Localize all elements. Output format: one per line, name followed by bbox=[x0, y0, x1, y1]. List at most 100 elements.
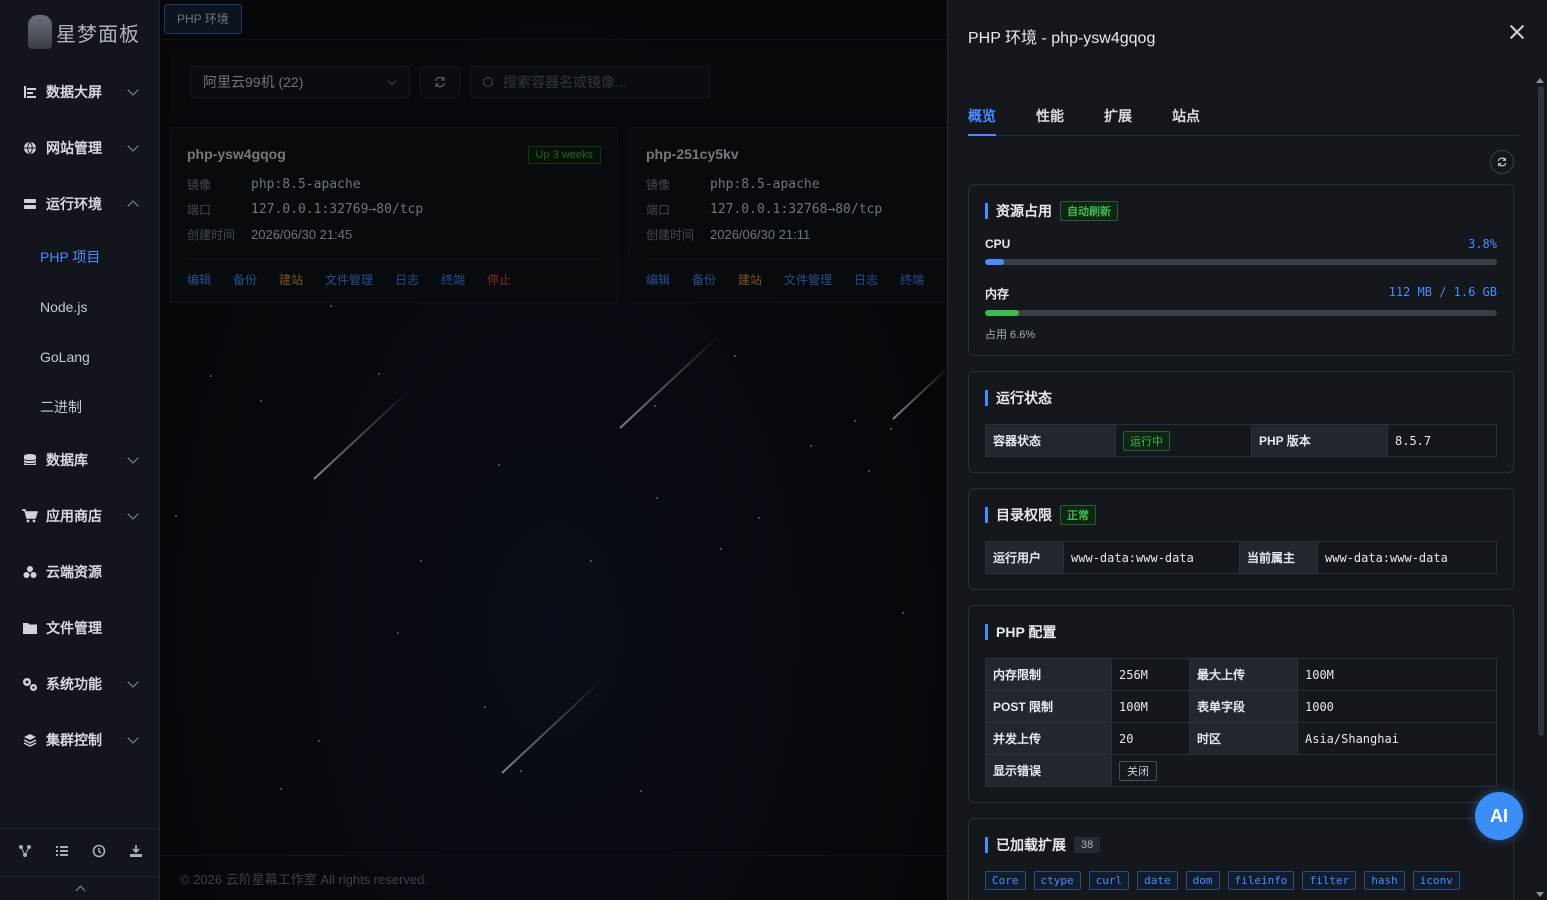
extension-tag: date bbox=[1137, 871, 1178, 890]
drawer-tabs: 概览 性能 扩展 站点 bbox=[968, 98, 1518, 136]
folder-icon bbox=[22, 620, 38, 636]
cpu-progress-fill bbox=[985, 259, 1005, 265]
refresh-button[interactable] bbox=[1490, 150, 1514, 174]
list-icon[interactable] bbox=[55, 844, 69, 861]
extension-tag: Core bbox=[985, 871, 1026, 890]
sidebar-item-sites[interactable]: 网站管理 bbox=[0, 120, 159, 176]
cpu-value: 3.8% bbox=[1468, 237, 1497, 251]
table-row: 内存限制 256M 最大上传 100M bbox=[985, 658, 1497, 691]
dirperm-table: 运行用户 www-data:www-data 当前属主 www-data:www… bbox=[985, 541, 1497, 574]
tab-sites[interactable]: 站点 bbox=[1172, 98, 1200, 136]
php-version-label: PHP 版本 bbox=[1251, 424, 1388, 457]
container-status-label: 容器状态 bbox=[985, 424, 1116, 457]
dirperm-panel: 目录权限 正常 运行用户 www-data:www-data 当前属主 www-d… bbox=[968, 488, 1514, 590]
dirperm-status-tag: 正常 bbox=[1060, 505, 1096, 525]
sidebar-item-database[interactable]: 数据库 bbox=[0, 432, 159, 488]
drawer-title: PHP 环境 - php-ysw4gqog bbox=[968, 30, 1156, 47]
globe-icon bbox=[22, 140, 38, 156]
config-value: 100M bbox=[1297, 658, 1497, 691]
ai-assistant-button[interactable]: AI bbox=[1475, 792, 1523, 840]
extensions-list: Core ctype curl date dom fileinfo filter… bbox=[985, 871, 1497, 890]
cpu-progress bbox=[985, 259, 1497, 265]
cpu-label: CPU bbox=[985, 237, 1011, 251]
config-key: 时区 bbox=[1189, 722, 1298, 755]
extension-tag: curl bbox=[1088, 871, 1130, 890]
config-value: 20 bbox=[1111, 722, 1190, 755]
sidebar-item-appstore[interactable]: 应用商店 bbox=[0, 488, 159, 544]
php-config-panel: PHP 配置 内存限制 256M 最大上传 100M POST 限制 100M … bbox=[968, 605, 1514, 803]
display-errors-badge: 关闭 bbox=[1119, 760, 1157, 781]
memory-progress-fill bbox=[985, 310, 1019, 316]
extension-tag: fileinfo bbox=[1227, 871, 1295, 890]
chevron-down-icon bbox=[127, 676, 139, 688]
sidebar-nav: 数据大屏 网站管理 运行环境 PHP 项目 Node.js GoLang 二进制… bbox=[0, 64, 159, 768]
sidebar-item-files[interactable]: 文件管理 bbox=[0, 600, 159, 656]
logo-text: 星梦面板 bbox=[56, 21, 140, 46]
download-icon[interactable] bbox=[129, 844, 143, 861]
sidebar-subitem-golang[interactable]: GoLang bbox=[0, 332, 159, 382]
table-row: 并发上传 20 时区 Asia/Shanghai bbox=[985, 722, 1497, 755]
sidebar-subitem-nodejs[interactable]: Node.js bbox=[0, 282, 159, 332]
section-title: 资源占用 自动刷新 bbox=[985, 201, 1497, 221]
auto-refresh-tag[interactable]: 自动刷新 bbox=[1060, 201, 1118, 221]
runtime-panel: 运行状态 容器状态 运行中 PHP 版本 8.5.7 bbox=[968, 371, 1514, 473]
extensions-count: 38 bbox=[1074, 837, 1101, 853]
container-status-badge: 运行中 bbox=[1123, 430, 1170, 451]
close-icon[interactable] bbox=[1509, 24, 1525, 40]
config-value: 256M bbox=[1111, 658, 1190, 691]
chevron-up-icon bbox=[127, 200, 139, 212]
extensions-panel: 已加载扩展 38 Core ctype curl date dom fileinf… bbox=[968, 818, 1514, 900]
sidebar-item-system[interactable]: 系统功能 bbox=[0, 656, 159, 712]
config-key: 内存限制 bbox=[985, 658, 1112, 691]
tab-performance[interactable]: 性能 bbox=[1036, 98, 1064, 136]
php-config-table: 内存限制 256M 最大上传 100M POST 限制 100M 表单字段 10… bbox=[985, 658, 1497, 787]
config-key: 最大上传 bbox=[1189, 658, 1298, 691]
scroll-up-arrow[interactable] bbox=[1536, 78, 1544, 83]
extension-tag: iconv bbox=[1412, 871, 1460, 890]
config-key: 显示错误 bbox=[985, 754, 1112, 787]
sidebar-item-label: 数据大屏 bbox=[46, 84, 102, 100]
sidebar-item-cluster[interactable]: 集群控制 bbox=[0, 712, 159, 768]
server-icon bbox=[22, 196, 38, 212]
config-key: 表单字段 bbox=[1189, 690, 1298, 723]
sidebar-subitem-binary[interactable]: 二进制 bbox=[0, 382, 159, 432]
history-icon[interactable] bbox=[92, 844, 106, 861]
extensions-title: 已加载扩展 bbox=[996, 837, 1066, 853]
tab-extensions[interactable]: 扩展 bbox=[1104, 98, 1132, 136]
config-key: 并发上传 bbox=[985, 722, 1112, 755]
sidebar-item-runtime[interactable]: 运行环境 bbox=[0, 176, 159, 232]
run-user-value: www-data:www-data bbox=[1063, 541, 1240, 574]
chevron-down-icon bbox=[127, 732, 139, 744]
extension-tag: filter bbox=[1302, 871, 1357, 890]
sidebar: 星梦面板 数据大屏 网站管理 运行环境 PHP 项目 Node.js GoLan… bbox=[0, 0, 160, 900]
php-env-drawer: PHP 环境 - php-ysw4gqog 概览 性能 扩展 站点 资源占用 自动… bbox=[947, 0, 1547, 900]
sidebar-item-label: 数据库 bbox=[46, 452, 88, 468]
chevron-down-icon bbox=[127, 452, 139, 464]
section-title: 已加载扩展 38 bbox=[985, 837, 1497, 853]
memory-usage-text: 占用 6.6% bbox=[985, 329, 1036, 341]
config-value: 100M bbox=[1111, 690, 1190, 723]
sidebar-item-label: 应用商店 bbox=[46, 508, 102, 524]
logo-avatar-icon bbox=[28, 15, 52, 49]
config-value: 1000 bbox=[1297, 690, 1497, 723]
owner-label: 当前属主 bbox=[1239, 541, 1318, 574]
tab-overview[interactable]: 概览 bbox=[968, 98, 996, 136]
scroll-down-arrow[interactable] bbox=[1536, 892, 1544, 897]
sidebar-item-label: 网站管理 bbox=[46, 140, 102, 156]
sidebar-collapse-button[interactable] bbox=[0, 876, 160, 900]
logo[interactable]: 星梦面板 bbox=[0, 0, 159, 64]
drawer-backdrop[interactable] bbox=[160, 0, 950, 900]
php-config-title: PHP 配置 bbox=[996, 624, 1057, 640]
config-value: Asia/Shanghai bbox=[1297, 722, 1497, 755]
config-key: POST 限制 bbox=[985, 690, 1112, 723]
sidebar-item-label: 文件管理 bbox=[46, 620, 102, 636]
table-row: 显示错误 关闭 bbox=[985, 754, 1497, 787]
sidebar-item-cloud[interactable]: 云端资源 bbox=[0, 544, 159, 600]
sidebar-item-label: 集群控制 bbox=[46, 732, 102, 748]
chevron-down-icon bbox=[127, 508, 139, 520]
drawer-scrollbar[interactable] bbox=[1538, 86, 1544, 736]
sidebar-subitem-php[interactable]: PHP 项目 bbox=[0, 232, 159, 282]
resource-title: 资源占用 bbox=[996, 203, 1052, 219]
share-icon[interactable] bbox=[18, 844, 32, 861]
sidebar-item-dashboard[interactable]: 数据大屏 bbox=[0, 64, 159, 120]
